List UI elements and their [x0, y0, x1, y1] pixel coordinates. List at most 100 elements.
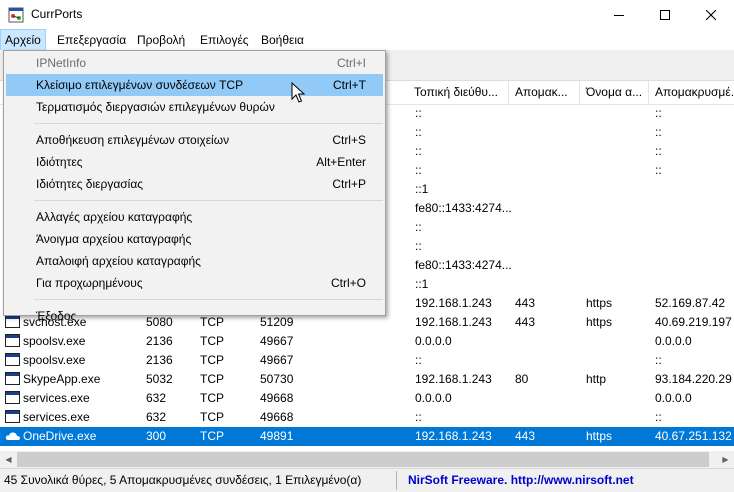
menu-item-label: Αλλαγές αρχείου καταγραφής — [36, 210, 193, 224]
status-divider — [396, 471, 397, 490]
nirsoft-link[interactable]: NirSoft Freeware. http://www.nirsoft.net — [408, 473, 634, 487]
menu-separator — [34, 299, 383, 300]
cell-remote-address: :: — [655, 106, 662, 120]
file-menu-item[interactable]: Ιδιότητες Alt+Enter — [6, 151, 383, 173]
cell-pid: 632 — [146, 410, 167, 424]
cell-local-address: 192.168.1.243 — [415, 296, 492, 310]
cell-remote-address: :: — [655, 353, 662, 367]
cell-local-address: ::1 — [415, 182, 429, 196]
menu-item-label: Ιδιότητες — [36, 155, 83, 169]
maximize-button[interactable] — [642, 0, 688, 30]
cell-remote-port-name: https — [586, 315, 613, 329]
file-menu-item[interactable]: Έξοδος — [6, 305, 383, 327]
cell-remote-address: :: — [655, 125, 662, 139]
cell-local-address: :: — [415, 220, 422, 234]
cell-process: services.exe — [23, 410, 90, 424]
cell-local-address: :: — [415, 353, 422, 367]
cell-pid: 2136 — [146, 353, 173, 367]
menu-options[interactable]: Επιλογές — [196, 30, 253, 50]
column-header-remote-port[interactable]: Απομακ... — [509, 81, 580, 104]
table-row[interactable]: services.exe 632 TCP 49668 0.0.0.0 0.0.0.0 — [0, 389, 734, 408]
window-title: CurrPorts — [31, 7, 83, 21]
process-window-icon — [5, 410, 20, 423]
cell-local-port: 49668 — [260, 391, 294, 405]
cell-local-port: 49667 — [260, 353, 294, 367]
cell-protocol: TCP — [200, 410, 224, 424]
cell-remote-port: 443 — [515, 429, 536, 443]
status-bar: 45 Συνολικά θύρες, 5 Απομακρυσμένες συνδ… — [0, 468, 734, 492]
menu-item-label: Απαλοιφή αρχείου καταγραφής — [36, 254, 201, 268]
cell-remote-port: 80 — [515, 372, 529, 386]
file-menu-item[interactable]: Κλείσιμο επιλεγμένων συνδέσεων TCP Ctrl+T — [6, 74, 383, 96]
horizontal-scrollbar[interactable]: ◀ ▶ — [0, 451, 734, 468]
table-row[interactable]: spoolsv.exe 2136 TCP 49667:::: — [0, 351, 734, 370]
status-summary: 45 Συνολικά θύρες, 5 Απομακρυσμένες συνδ… — [4, 473, 362, 487]
menu-file[interactable]: Αρχείο — [0, 29, 46, 51]
column-header-remote-address[interactable]: Απομακρυσμέ... — [649, 81, 734, 104]
maximize-icon — [660, 10, 670, 20]
currports-app-icon — [8, 7, 24, 23]
process-window-icon — [5, 334, 20, 347]
file-menu-item: IPNetInfo Ctrl+I — [6, 52, 383, 74]
process-window-icon — [5, 391, 20, 404]
cell-remote-address: 0.0.0.0 — [655, 391, 692, 405]
menu-item-label: Άνοιγμα αρχείου καταγραφής — [36, 232, 192, 246]
cell-local-address: :: — [415, 163, 422, 177]
cell-local-address: fe80::1433:4274... — [415, 258, 512, 272]
menu-item-shortcut: Alt+Enter — [316, 155, 366, 169]
cell-process: OneDrive.exe — [23, 429, 97, 443]
cell-remote-port-name: https — [586, 296, 613, 310]
file-menu-item[interactable]: Αλλαγές αρχείου καταγραφής — [6, 206, 383, 228]
cell-remote-address: 40.67.251.132 — [655, 429, 732, 443]
column-header-remote-port-name[interactable]: Όνομα α... — [580, 81, 649, 104]
menu-item-label: Κλείσιμο επιλεγμένων συνδέσεων TCP — [36, 78, 244, 92]
column-header-local-address[interactable]: Τοπική διεύθυ... — [408, 81, 509, 104]
file-menu-item[interactable]: Για προχωρημένους Ctrl+O — [6, 272, 383, 294]
cell-pid: 632 — [146, 391, 167, 405]
close-button[interactable] — [688, 0, 734, 30]
cell-process: spoolsv.exe — [23, 334, 86, 348]
cell-local-address: :: — [415, 410, 422, 424]
menu-edit[interactable]: Επεξεργασία — [53, 30, 130, 50]
minimize-button[interactable] — [596, 0, 642, 30]
table-row[interactable]: services.exe 632 TCP 49668:::: — [0, 408, 734, 427]
cell-protocol: TCP — [200, 353, 224, 367]
file-menu-item[interactable]: Αποθήκευση επιλεγμένων στοιχείων Ctrl+S — [6, 129, 383, 151]
cell-remote-address: 93.184.220.29 — [655, 372, 732, 386]
cell-pid: 2136 — [146, 334, 173, 348]
scroll-left-arrow-icon[interactable]: ◀ — [0, 451, 17, 468]
cell-process: SkypeApp.exe — [23, 372, 101, 386]
minimize-icon — [614, 15, 624, 16]
scroll-right-arrow-icon[interactable]: ▶ — [717, 451, 734, 468]
cell-remote-address: 0.0.0.0 — [655, 334, 692, 348]
file-menu-item[interactable]: Άνοιγμα αρχείου καταγραφής — [6, 228, 383, 250]
menu-help[interactable]: Βοήθεια — [257, 30, 308, 50]
cell-local-port: 50730 — [260, 372, 294, 386]
cell-local-port: 49668 — [260, 410, 294, 424]
menu-item-shortcut: Ctrl+P — [332, 177, 366, 191]
table-row[interactable]: SkypeApp.exe 5032 TCP 50730 192.168.1.243 80 h… — [0, 370, 734, 389]
cell-local-address: :: — [415, 106, 422, 120]
menu-item-label: Τερματισμός διεργασιών επιλεγμένων θυρών — [36, 100, 275, 114]
scrollbar-thumb[interactable] — [17, 452, 709, 467]
cell-local-address: 192.168.1.243 — [415, 315, 492, 329]
cell-remote-port: 443 — [515, 296, 536, 310]
cell-remote-port-name: http — [586, 372, 607, 386]
title-bar[interactable]: CurrPorts — [0, 0, 734, 30]
file-menu-item[interactable]: Τερματισμός διεργασιών επιλεγμένων θυρών — [6, 96, 383, 118]
cell-protocol: TCP — [200, 391, 224, 405]
table-row[interactable]: spoolsv.exe 2136 TCP 49667 0.0.0.0 0.0.0.0 — [0, 332, 734, 351]
menu-item-label: Αποθήκευση επιλεγμένων στοιχείων — [36, 133, 230, 147]
menu-item-label: IPNetInfo — [36, 56, 87, 70]
process-window-icon — [5, 353, 20, 366]
menu-separator — [34, 123, 383, 124]
file-menu-dropdown: IPNetInfo Ctrl+I Κλείσιμο επιλεγμένων συνδ… — [3, 50, 386, 323]
cell-remote-address: :: — [655, 410, 662, 424]
cell-remote-address: :: — [655, 144, 662, 158]
menu-view[interactable]: Προβολή — [133, 30, 189, 50]
file-menu-item[interactable]: Ιδιότητες διεργασίας Ctrl+P — [6, 173, 383, 195]
cell-local-address: :: — [415, 144, 422, 158]
file-menu-item[interactable]: Απαλοιφή αρχείου καταγραφής — [6, 250, 383, 272]
table-row[interactable]: OneDrive.exe 300 TCP 49891 192.168.1.243 443 h… — [0, 427, 734, 446]
menu-item-shortcut: Ctrl+S — [332, 133, 366, 147]
